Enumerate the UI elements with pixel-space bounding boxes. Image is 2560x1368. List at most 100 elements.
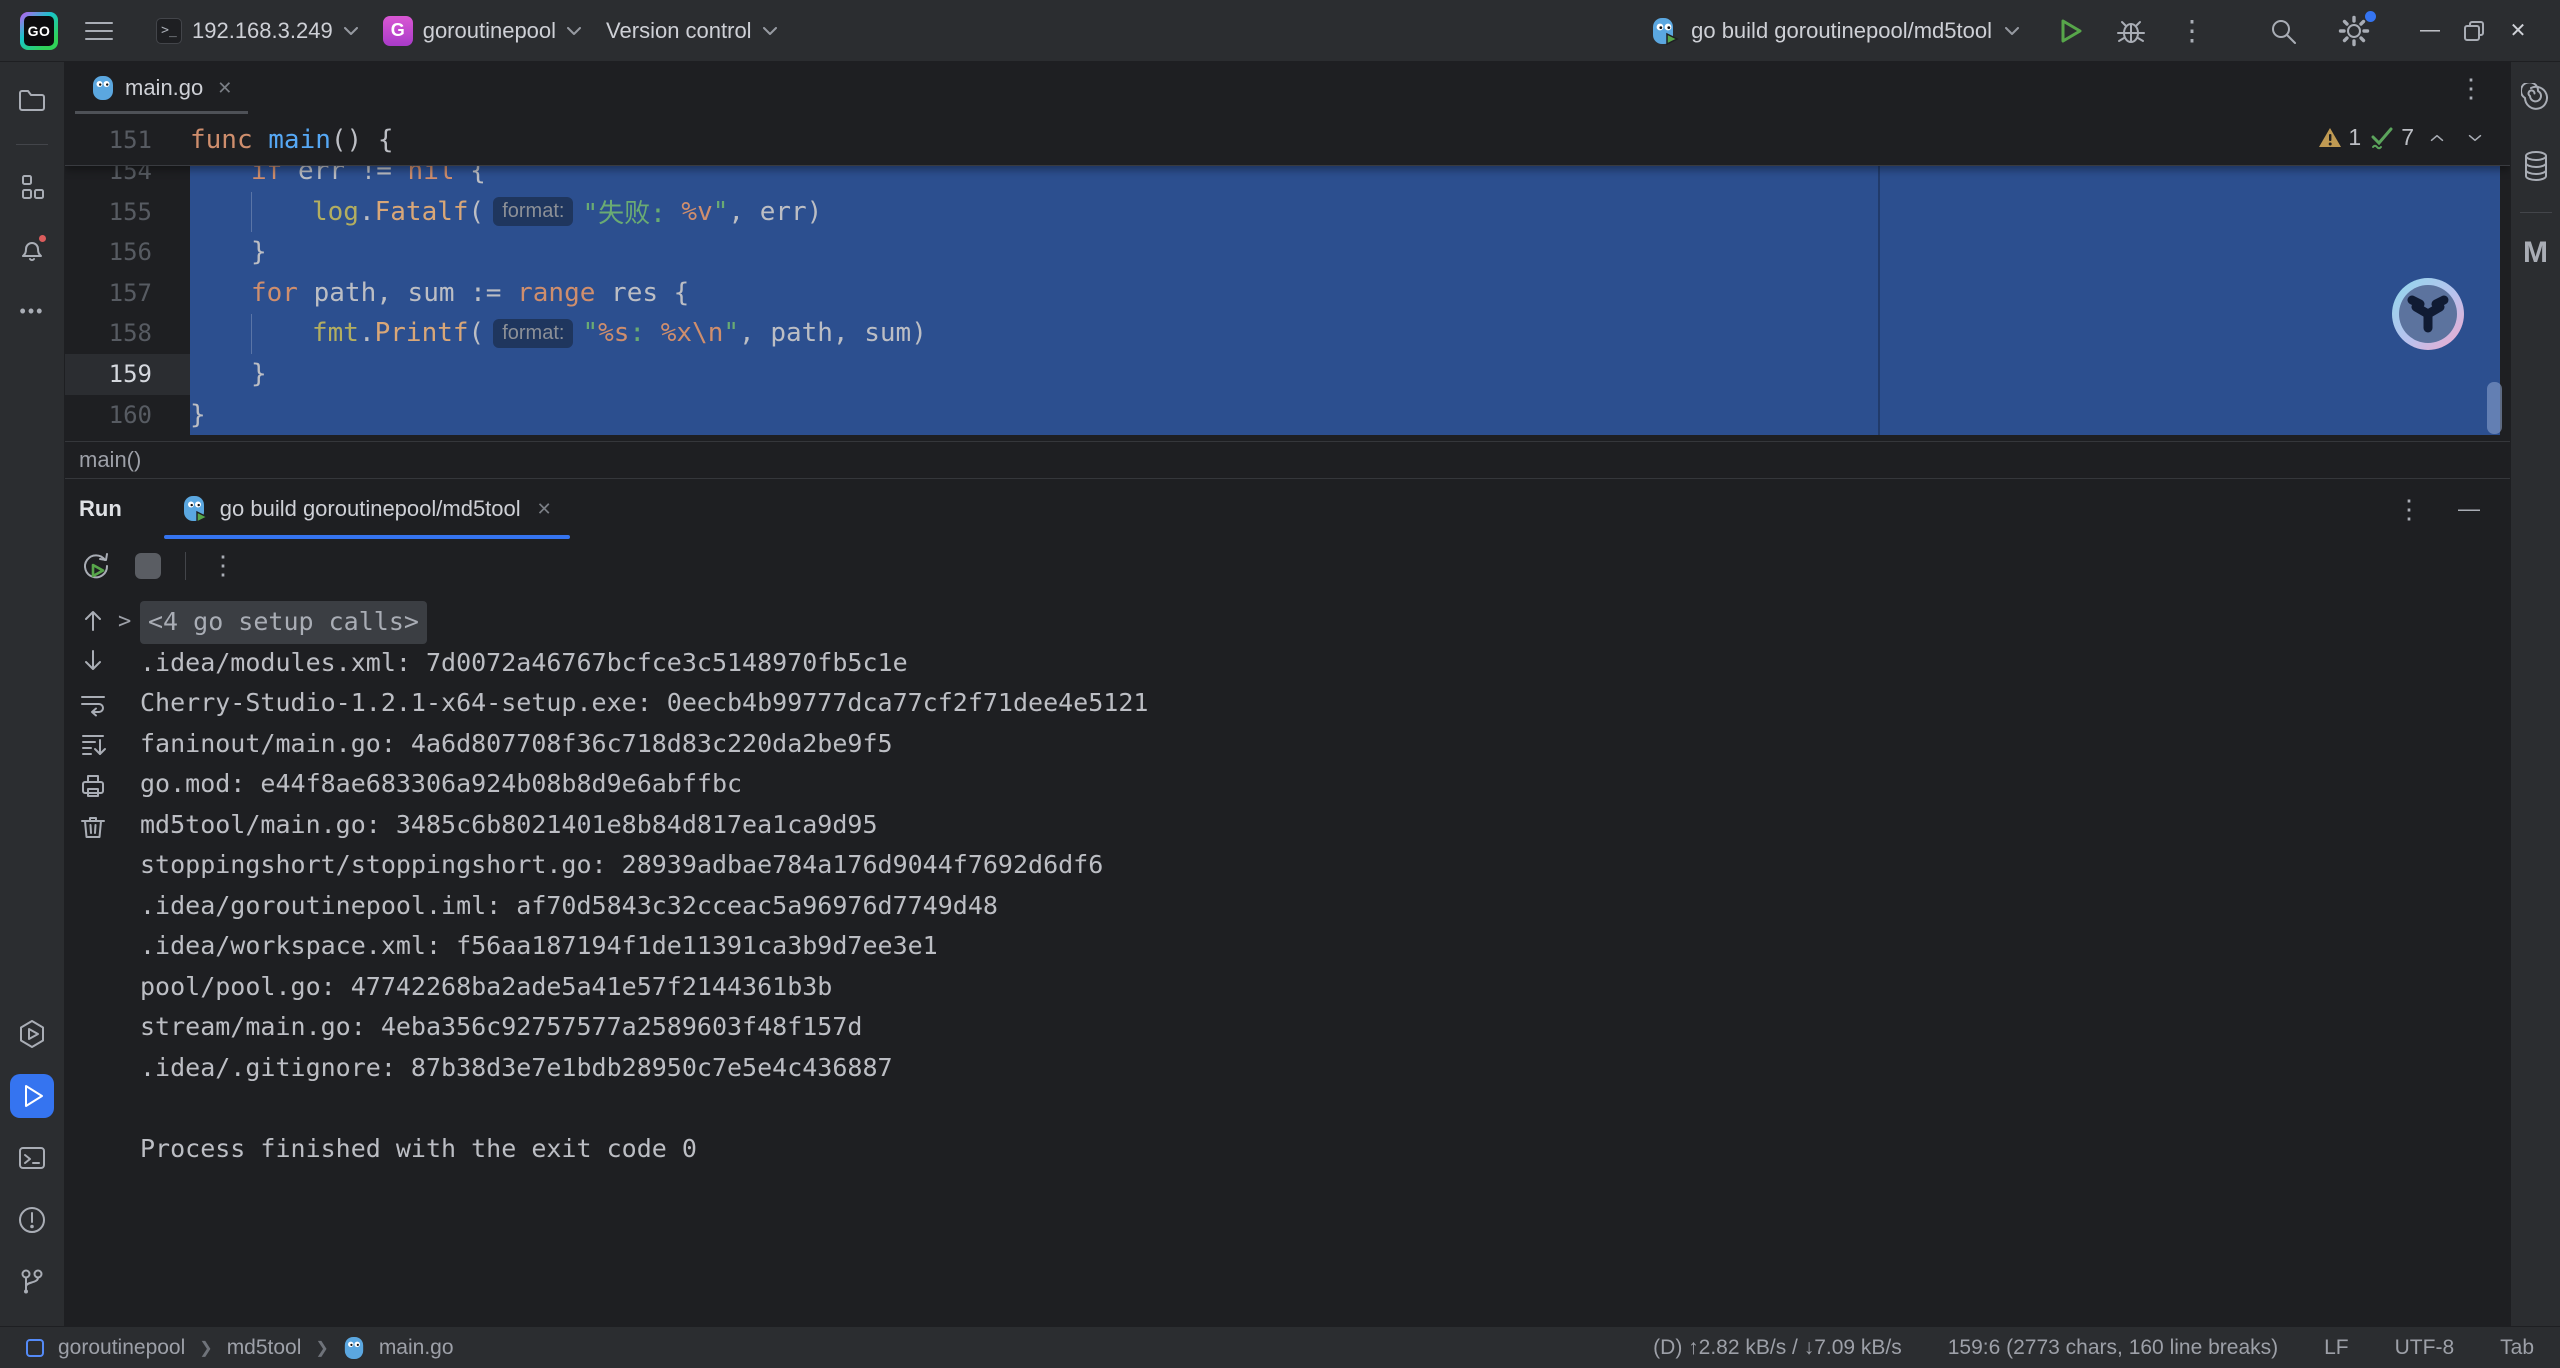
statusbar-crumb-file[interactable]: main.go (379, 1336, 454, 1360)
code-line-158[interactable]: 158fmt.Printf(format:"%s: %x\n", path, s… (65, 313, 2510, 354)
code-token: . (359, 197, 375, 227)
run-panel-title: Run (79, 496, 122, 522)
console-line: .idea/goroutinepool.iml: af70d5843c32cce… (140, 886, 1148, 927)
project-icon: G (383, 16, 413, 46)
warning-icon (2318, 127, 2342, 149)
rerun-button[interactable] (81, 551, 111, 581)
line-number[interactable]: 159 (65, 360, 190, 388)
window-close-button[interactable]: ✕ (2496, 11, 2540, 51)
encoding-indicator[interactable]: UTF-8 (2395, 1336, 2455, 1360)
run-panel-options-button[interactable]: ⋮ (2396, 494, 2422, 525)
run-tool-button[interactable] (10, 1074, 54, 1118)
vcs-widget[interactable]: Version control (594, 10, 790, 52)
code-token: ( (469, 197, 485, 227)
code-token: fmt (312, 318, 359, 348)
code-line-157[interactable]: 157for path, sum := range res { (65, 272, 2510, 313)
ai-assistant-tool-button[interactable] (2516, 78, 2556, 118)
more-actions-button[interactable]: ⋮ (2170, 6, 2214, 55)
line-number[interactable]: 151 (65, 126, 190, 154)
console-blank-line (140, 1088, 1148, 1129)
code-line-155[interactable]: 155log.Fatalf(format:"失败: %v", err) (65, 191, 2510, 232)
code-line-156[interactable]: 156} (65, 232, 2510, 273)
close-tab-icon[interactable]: ✕ (217, 78, 232, 99)
line-number[interactable]: 160 (65, 401, 190, 429)
run-button[interactable] (2048, 9, 2092, 53)
remote-host-selector[interactable]: >_ 192.168.3.249 (144, 10, 371, 52)
process-finished-line: Process finished with the exit code 0 (140, 1129, 1148, 1170)
prev-problem-button[interactable] (2422, 129, 2452, 147)
ai-assistant-floating-button[interactable] (2390, 276, 2466, 352)
console-folded-region[interactable]: ><4 go setup calls> (140, 602, 1148, 643)
fold-expand-icon[interactable]: > (118, 602, 131, 643)
notifications-tool-button[interactable] (10, 227, 54, 271)
window-restore-button[interactable] (2452, 11, 2496, 51)
mellum-tool-button[interactable]: M (2516, 233, 2556, 273)
print-button[interactable] (79, 772, 107, 800)
problems-tool-button[interactable] (10, 1198, 54, 1242)
run-console[interactable]: ><4 go setup calls>.idea/modules.xml: 7d… (65, 592, 2510, 1326)
hide-panel-button[interactable]: — (2458, 496, 2480, 522)
indent-indicator[interactable]: Tab (2500, 1336, 2534, 1360)
parameter-hint: format: (493, 197, 573, 226)
more-tool-windows-button[interactable]: ••• (10, 289, 54, 333)
database-tool-button[interactable] (2516, 146, 2556, 186)
close-tab-icon[interactable]: ✕ (537, 499, 552, 520)
code-token: %x (661, 318, 692, 348)
chevron-down-icon (762, 26, 778, 36)
line-number[interactable]: 155 (65, 198, 190, 226)
soft-wrap-button[interactable] (79, 690, 107, 718)
version-control-tool-button[interactable] (10, 1260, 54, 1304)
run-toolbar: ⋮ (65, 539, 2510, 592)
next-occurrence-button[interactable] (80, 647, 106, 673)
run-tab-label: go build goroutinepool/md5tool (220, 496, 521, 522)
settings-button[interactable] (2330, 7, 2378, 55)
stop-button[interactable] (135, 553, 161, 579)
line-number[interactable]: 156 (65, 238, 190, 266)
project-tool-button[interactable] (10, 78, 54, 122)
prev-occurrence-button[interactable] (80, 608, 106, 634)
passed-indicator[interactable]: 7 (2369, 124, 2414, 151)
services-tool-button[interactable] (10, 1012, 54, 1056)
statusbar-crumb-project[interactable]: goroutinepool (58, 1336, 185, 1360)
editor-tab-main-go[interactable]: main.go ✕ (75, 62, 248, 114)
vcs-label: Version control (606, 18, 752, 44)
debug-button[interactable] (2108, 8, 2154, 54)
statusbar-crumb-package[interactable]: md5tool (227, 1336, 302, 1360)
next-problem-button[interactable] (2460, 129, 2490, 147)
console-line: stream/main.go: 4eba356c92757577a2589603… (140, 1007, 1148, 1048)
window-minimize-button[interactable]: — (2408, 11, 2452, 51)
breadcrumb-main[interactable]: main() (79, 447, 141, 473)
line-number[interactable]: 158 (65, 319, 190, 347)
clear-console-button[interactable] (79, 813, 107, 841)
code-line-159[interactable]: 159} (65, 354, 2510, 395)
chevron-down-icon (566, 26, 582, 36)
tab-options-button[interactable]: ⋮ (2458, 73, 2484, 104)
run-tab-go-build[interactable]: go build goroutinepool/md5tool ✕ (164, 479, 570, 539)
warnings-indicator[interactable]: 1 (2318, 124, 2361, 151)
strip-divider (16, 144, 48, 145)
go-file-icon (91, 75, 115, 101)
scroll-to-end-button[interactable] (79, 731, 107, 759)
console-line: faninout/main.go: 4a6d807708f36c718d83c2… (140, 724, 1148, 765)
caret-position-indicator[interactable]: 159:6 (2773 chars, 160 line breaks) (1948, 1336, 2278, 1360)
indent-guide (251, 314, 252, 354)
code-token: Fatalf (375, 197, 469, 227)
code-line-160[interactable]: 160} (65, 394, 2510, 435)
console-line: .idea/modules.xml: 7d0072a46767bcfce3c51… (140, 643, 1148, 684)
structure-tool-button[interactable] (10, 165, 54, 209)
terminal-tool-button[interactable] (10, 1136, 54, 1180)
main-menu-button[interactable] (84, 19, 114, 43)
search-everywhere-button[interactable] (2260, 8, 2306, 54)
project-selector[interactable]: G goroutinepool (371, 8, 594, 54)
line-separator-indicator[interactable]: LF (2324, 1336, 2349, 1360)
console-more-button[interactable]: ⋮ (210, 550, 236, 581)
folded-text[interactable]: <4 go setup calls> (140, 601, 427, 644)
editor-scrollbar-thumb[interactable] (2487, 382, 2502, 434)
check-icon (2369, 125, 2395, 151)
code-editor[interactable]: 151 func main() { 154if err != nil {155l… (65, 114, 2510, 441)
sticky-line-func-main[interactable]: 151 func main() { (65, 114, 2510, 166)
code-token: " (713, 197, 729, 227)
line-number[interactable]: 157 (65, 279, 190, 307)
title-bar: GO >_ 192.168.3.249 G goroutinepool Vers… (0, 0, 2560, 62)
run-configuration-selector[interactable]: go build goroutinepool/md5tool (1649, 16, 2020, 46)
